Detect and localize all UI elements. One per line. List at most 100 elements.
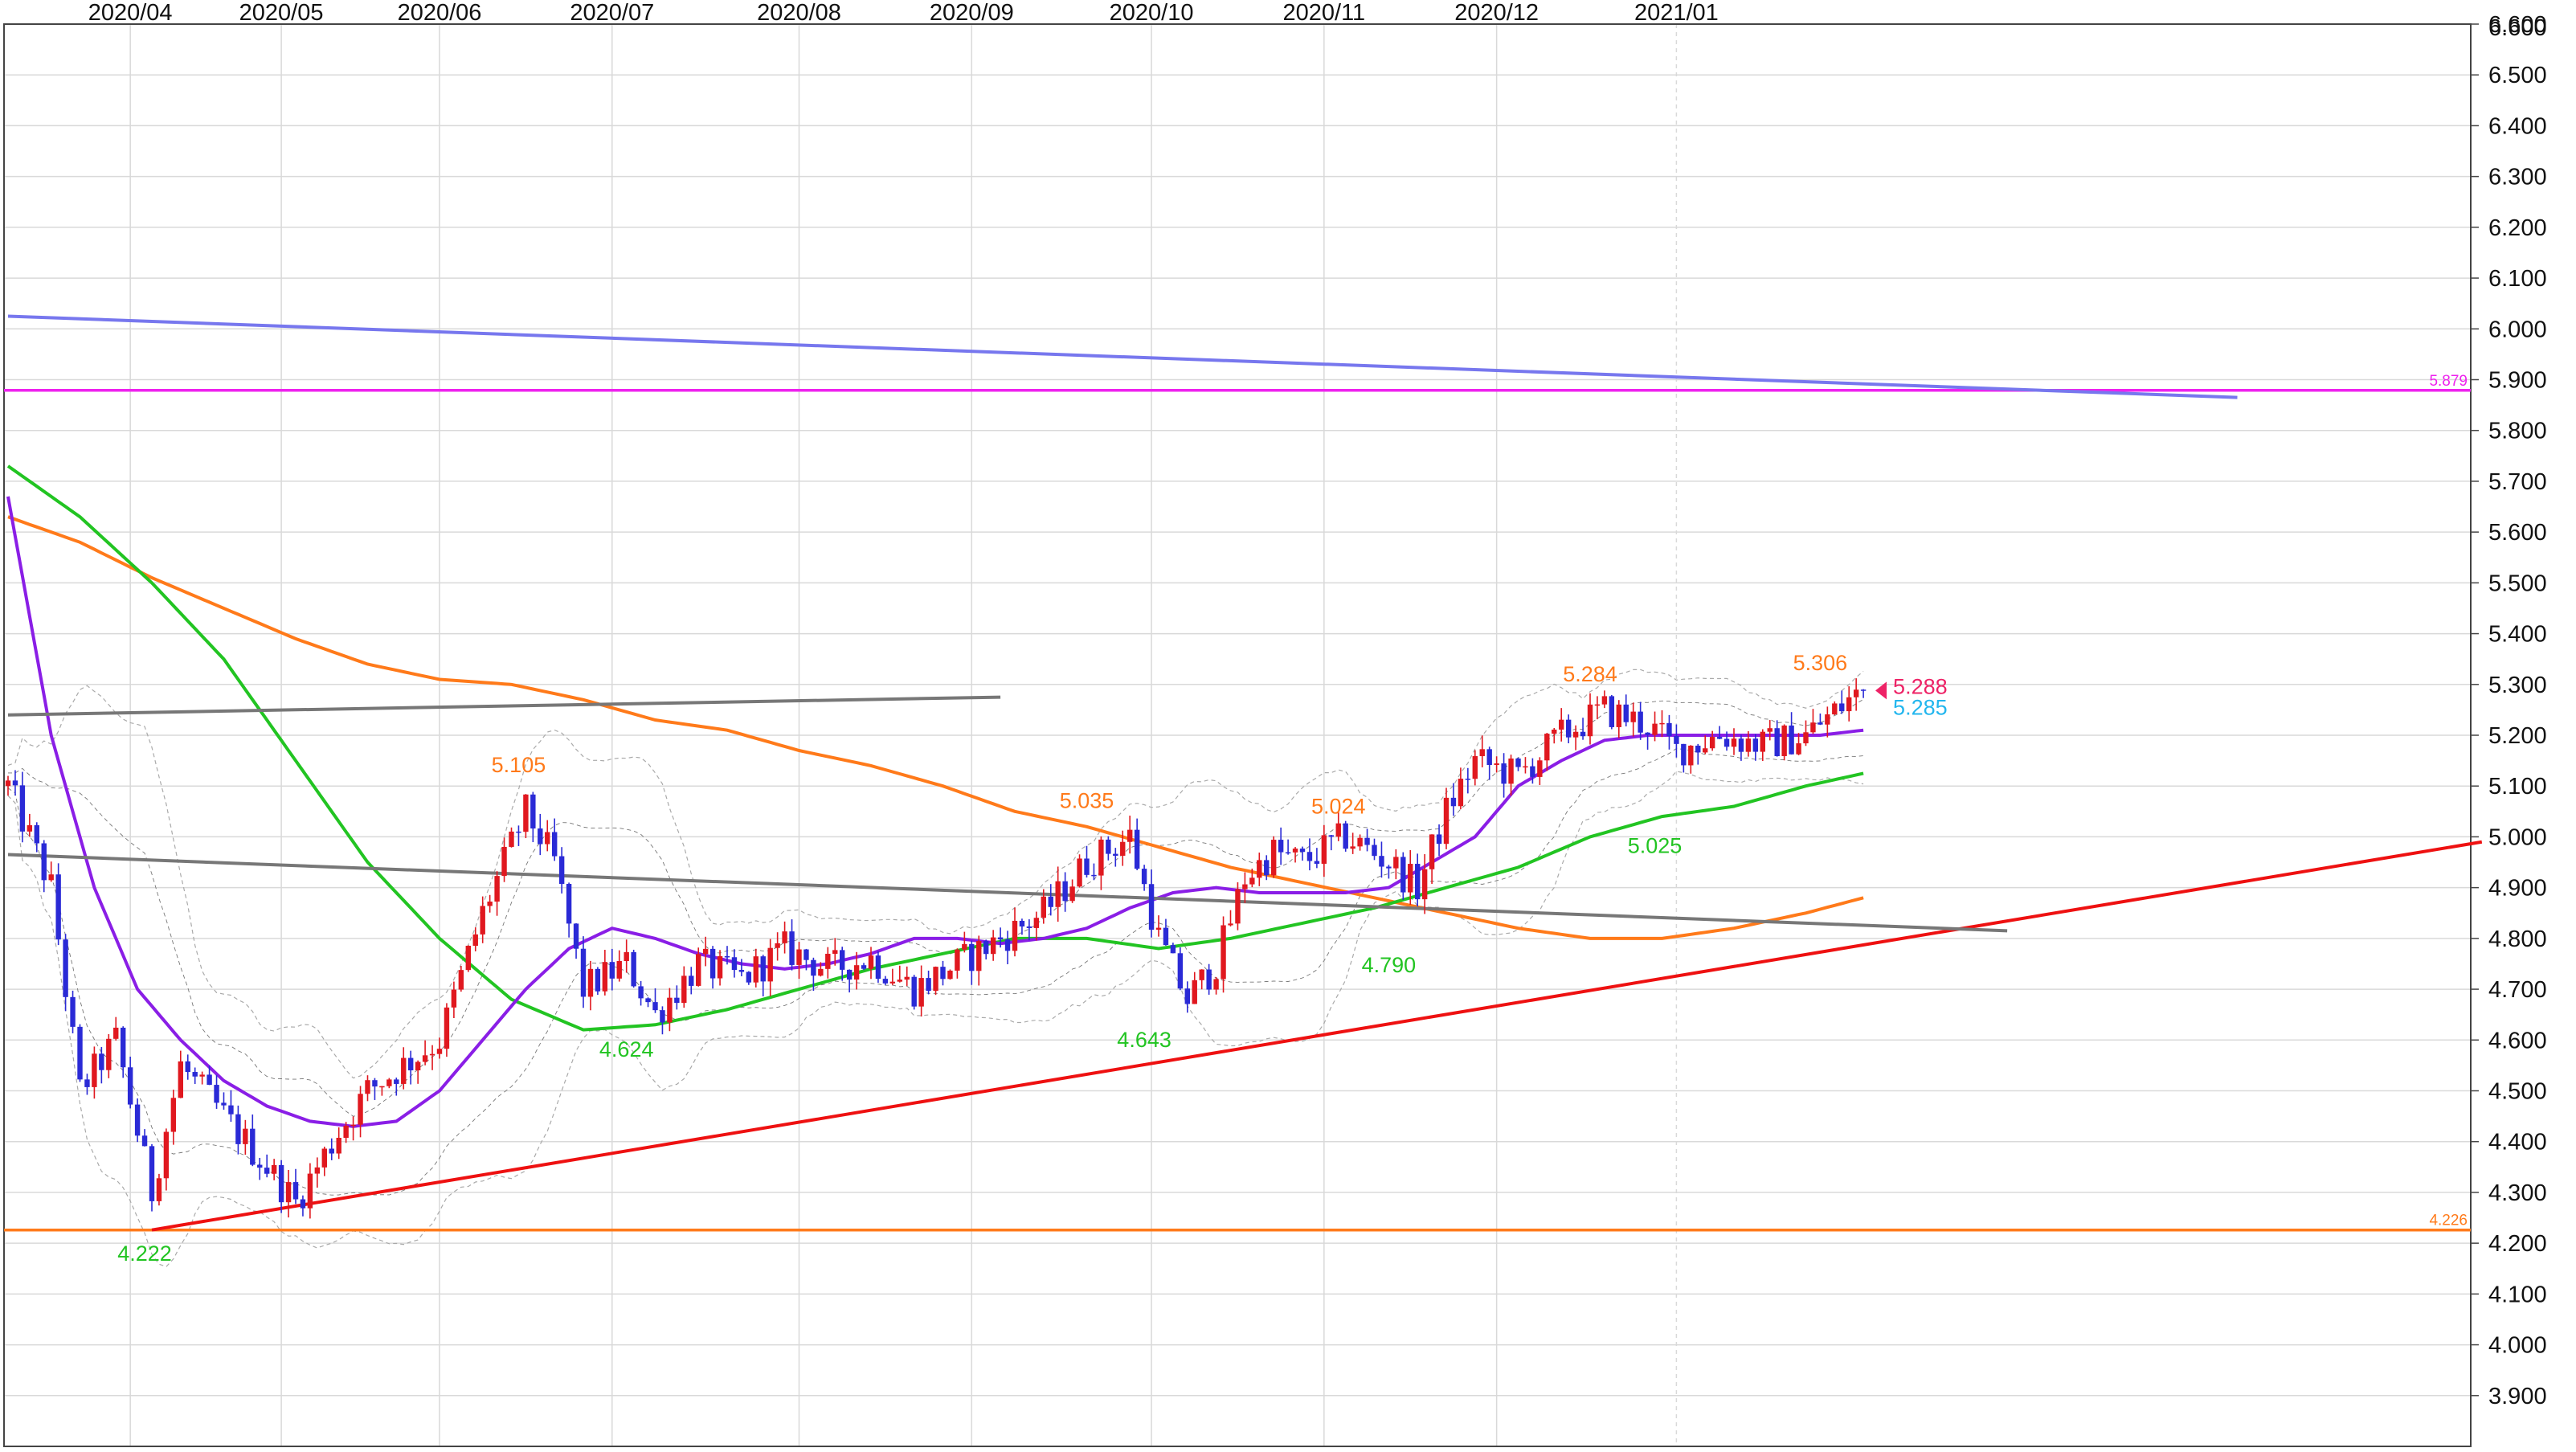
candle-down [1486,749,1492,765]
candle-down [77,1026,83,1080]
candle-up [1235,889,1241,924]
candle-down [278,1164,284,1203]
candle-up [602,962,608,992]
candle-down [552,832,558,857]
candle-up [199,1074,205,1077]
candle-up [1012,920,1018,951]
candle-up [1709,737,1715,749]
candle-up [976,941,982,971]
candle-down [1400,857,1406,893]
candle-down [1674,735,1679,744]
candle-up [386,1079,392,1086]
candle-up [472,934,478,947]
candle-up [1228,923,1233,926]
candle-down [840,950,845,970]
candle-up [480,906,485,935]
candle-up [616,961,622,979]
candle-down [372,1080,378,1087]
candle-down [1645,732,1650,735]
candle-up [933,967,938,992]
y-tick-label-22: 6.100 [2488,266,2547,292]
candle-up [1292,849,1298,853]
candle-up [1408,864,1413,893]
low-label-8: 5.025 [1628,834,1683,858]
candle-up [1120,841,1126,856]
candle-down [1839,703,1845,712]
candle-up [1537,760,1543,777]
horizontal-line-label-1: 4.226 [2429,1213,2468,1229]
candle-down [185,1061,190,1073]
candle-up [1630,711,1636,722]
candle-down [789,931,795,965]
candle-down [573,923,579,949]
candle-up [1559,719,1564,730]
y-tick-label-11: 5.000 [2488,824,2547,850]
x-tick-label-3: 2020/07 [570,0,654,26]
candle-up [523,794,529,832]
candle-up [350,1124,356,1127]
candle-down [803,949,809,960]
candle-up [696,954,701,986]
x-tick-label-4: 2020/08 [757,0,841,26]
candle-down [1278,840,1284,853]
candle-down [329,1148,334,1154]
candle-up [832,950,838,954]
candle-up [1155,927,1162,930]
high-label-1: 5.105 [492,753,546,777]
candle-down [1666,722,1672,736]
candle-up [358,1094,363,1125]
candle-down [1716,737,1723,739]
candle-up [1242,884,1248,890]
low-label-2: 4.624 [599,1037,654,1061]
candle-up [1652,723,1658,735]
candle-up [1552,730,1557,734]
y-tick-label-12: 5.100 [2488,774,2547,800]
x-tick-label-1: 2020/05 [239,0,324,26]
candle-up [1601,696,1608,705]
candle-down [1004,939,1011,951]
low-label-6: 4.790 [1362,953,1417,977]
candle-up [587,968,594,997]
candle-down [1048,896,1053,907]
candle-down [121,1027,126,1068]
candle-up [1033,918,1040,928]
current-ma-label: 5.285 [1893,695,1948,719]
candle-down [292,1182,299,1200]
candle-up [818,968,824,976]
candle-down [709,948,716,979]
x-tick-label-2: 2020/06 [398,0,482,26]
candle-up [1781,725,1787,756]
candle-down [41,843,47,881]
candle-down [1415,864,1421,900]
candle-up [1508,758,1514,784]
candle-down [300,1199,306,1209]
y-tick-label-16: 5.500 [2488,571,2547,596]
candle-up [401,1057,407,1084]
candle-up [487,902,493,906]
x-tick-label-8: 2020/12 [1454,0,1539,26]
candle-down [940,967,946,980]
candle-up [904,976,910,980]
candle-up [1321,835,1327,864]
candle-up [1429,834,1435,869]
candle-down [724,955,730,958]
candle-down [638,986,644,999]
candlestick-chart-svg: 5.879 4.226 4.222 5.105 4.624 5.035 4.643 5.02… [0,0,2576,1448]
candle-up [113,1027,119,1039]
candle-down [731,957,738,971]
candle-down [566,884,572,924]
candle-down [70,996,76,1027]
candle-up [1594,704,1601,706]
candle-up [285,1182,292,1203]
y-tick-label-3: 4.200 [2488,1231,2547,1257]
candle-down [127,1067,133,1105]
candle-up [1077,858,1082,887]
y-tick-label-5: 4.400 [2488,1130,2547,1155]
candle-down [760,956,766,982]
candle-up [1249,877,1255,885]
low-label-0: 4.222 [117,1241,172,1266]
candle-down [1084,858,1090,875]
candle-up [796,949,802,965]
candle-up [1055,881,1061,907]
candle-up [1257,860,1262,878]
